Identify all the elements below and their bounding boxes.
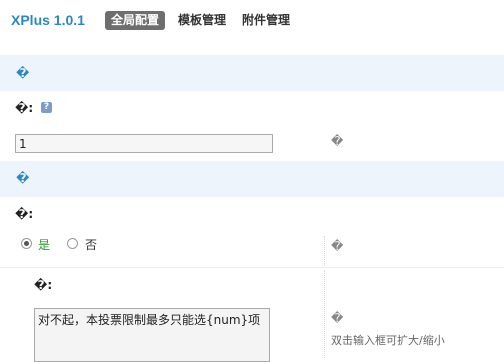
radio-yes-label[interactable]: 是 (38, 236, 50, 253)
section-title: � (16, 66, 30, 80)
question-bubble-icon[interactable]: ? (41, 102, 52, 113)
field-label: �: (34, 278, 53, 292)
radio-no[interactable] (67, 238, 78, 249)
section-header-2: � (0, 161, 504, 197)
tab-template-manage[interactable]: 模板管理 (178, 11, 226, 30)
message-textarea[interactable]: 对不起，本投票限制最多只能选{num}项 (34, 308, 270, 362)
field-tip: � (331, 134, 344, 148)
section-title: � (16, 171, 30, 185)
row-divider (0, 267, 504, 268)
number-input[interactable] (15, 134, 273, 153)
field-label: �: (15, 207, 34, 221)
radio-no-label[interactable]: 否 (85, 236, 97, 253)
section-header-1: � (0, 55, 504, 91)
tab-global-config[interactable]: 全局配置 (105, 11, 166, 30)
column-divider (324, 236, 325, 266)
tab-attachment-manage[interactable]: 附件管理 (242, 11, 290, 30)
field-tip: � (331, 239, 344, 253)
field-tip: � (331, 311, 344, 325)
radio-yes[interactable] (21, 238, 32, 249)
app-brand: XPlus 1.0.1 (11, 12, 85, 28)
column-divider (324, 270, 325, 358)
field-label: �: (15, 101, 34, 115)
field-hint: 双击输入框可扩大/缩小 (331, 334, 445, 347)
